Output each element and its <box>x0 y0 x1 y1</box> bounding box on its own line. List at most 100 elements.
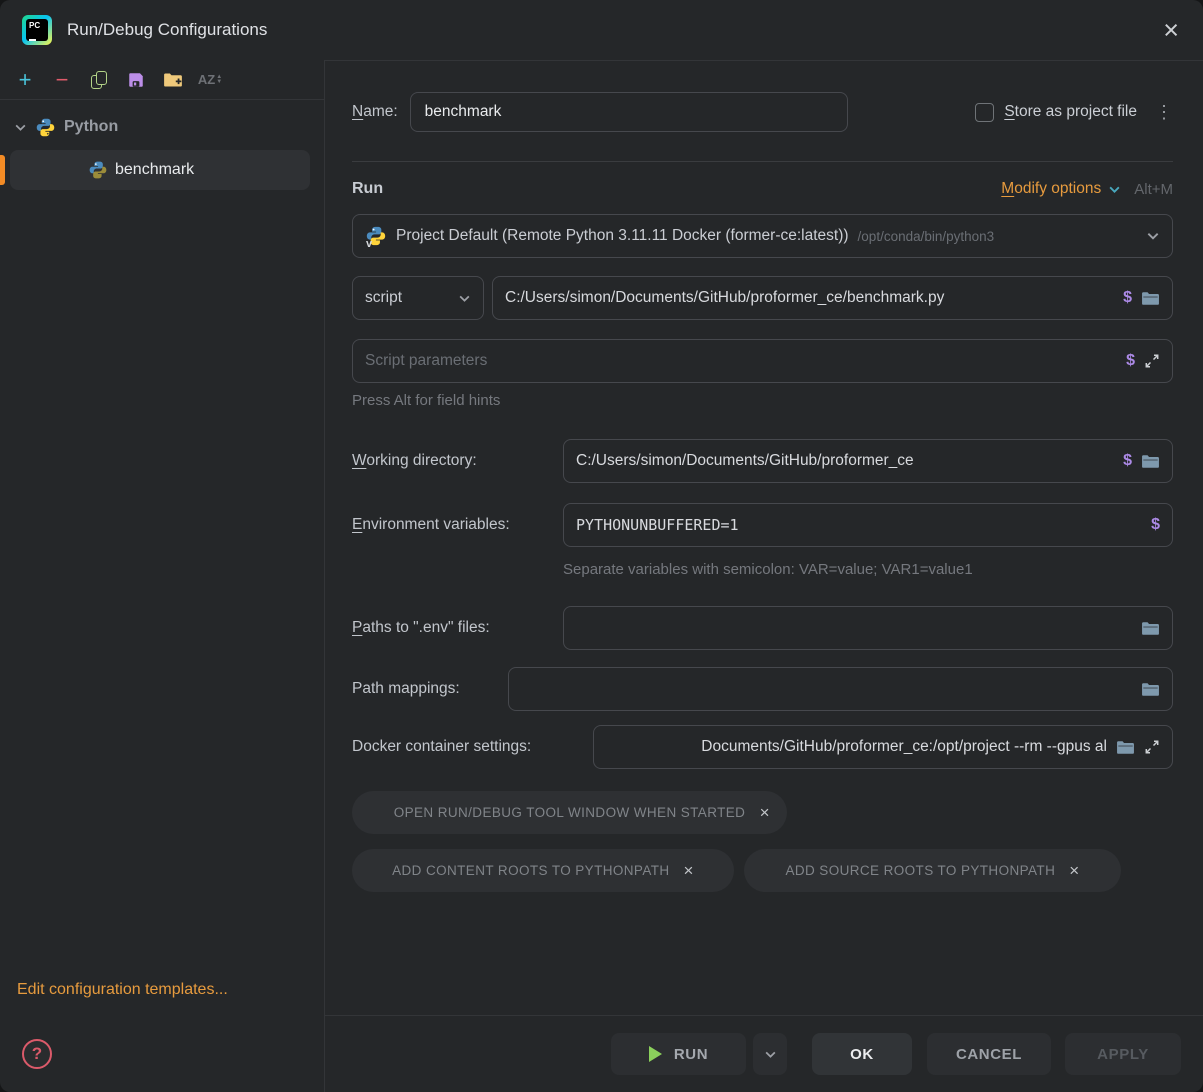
sidebar-toolbar: + − AZ ▲▼ <box>0 60 324 100</box>
browse-folder-icon[interactable] <box>1141 681 1160 698</box>
store-as-project-file-checkbox[interactable] <box>975 103 994 122</box>
path-mappings-label: Path mappings: <box>352 680 508 698</box>
run-options-dropdown-button[interactable] <box>753 1033 787 1075</box>
script-path-field: $ <box>492 276 1173 320</box>
chevron-down-icon <box>14 121 27 134</box>
new-folder-icon[interactable] <box>162 69 184 91</box>
tree-item-benchmark[interactable]: benchmark <box>10 150 310 190</box>
browse-folder-icon[interactable] <box>1141 453 1160 470</box>
target-type-value: script <box>365 289 402 307</box>
env-files-input[interactable] <box>576 619 1132 637</box>
insert-macro-icon[interactable]: $ <box>1151 516 1160 534</box>
configuration-form: Name: Store as project file ⋮ Run Modify… <box>325 61 1203 1015</box>
script-parameters-field: $ <box>352 339 1173 383</box>
browse-folder-icon[interactable] <box>1116 739 1135 756</box>
remove-option-icon[interactable]: × <box>760 803 770 823</box>
path-mappings-input[interactable] <box>521 680 1132 698</box>
target-type-select[interactable]: script <box>352 276 484 320</box>
pill-add-source-roots[interactable]: ADD SOURCE ROOTS TO PYTHONPATH × <box>744 849 1121 892</box>
interpreter-value: Project Default (Remote Python 3.11.11 D… <box>396 227 849 245</box>
insert-macro-icon[interactable]: $ <box>1123 289 1132 307</box>
name-label: Name: <box>352 103 398 121</box>
browse-folder-icon[interactable] <box>1141 620 1160 637</box>
kebab-menu-icon[interactable]: ⋮ <box>1155 102 1173 123</box>
working-directory-row: Working directory: $ <box>352 439 1173 483</box>
docker-container-settings-field[interactable]: Documents/GitHub/proformer_ce:/opt/proje… <box>593 725 1173 769</box>
add-configuration-icon[interactable]: + <box>14 69 36 91</box>
pill-row: ADD CONTENT ROOTS TO PYTHONPATH × ADD SO… <box>352 849 1173 892</box>
working-directory-field: $ <box>563 439 1173 483</box>
name-row: Name: Store as project file ⋮ <box>352 92 1173 132</box>
pill-open-run-debug-tool-window[interactable]: OPEN RUN/DEBUG TOOL WINDOW WHEN STARTED … <box>352 791 787 834</box>
configurations-sidebar: + − AZ ▲▼ Python <box>0 60 325 1092</box>
close-icon[interactable]: × <box>1163 17 1179 44</box>
copy-configuration-icon[interactable] <box>88 69 110 91</box>
selection-indicator-bar <box>0 155 5 185</box>
docker-container-settings-label: Docker container settings: <box>352 738 593 756</box>
chevron-down-icon <box>1146 229 1160 243</box>
dialog-title: Run/Debug Configurations <box>67 20 267 40</box>
pill-label: OPEN RUN/DEBUG TOOL WINDOW WHEN STARTED <box>394 805 746 820</box>
help-row: ? <box>0 1015 324 1092</box>
environment-variables-input[interactable] <box>576 516 1142 534</box>
script-row: script $ <box>352 276 1173 320</box>
interpreter-select[interactable]: v Project Default (Remote Python 3.11.11… <box>352 214 1173 258</box>
pill-label: ADD CONTENT ROOTS TO PYTHONPATH <box>392 863 669 878</box>
docker-container-settings-row: Docker container settings: Documents/Git… <box>352 725 1173 769</box>
environment-variables-label: Environment variables: <box>352 516 563 534</box>
cancel-button[interactable]: CANCEL <box>927 1033 1051 1075</box>
insert-macro-icon[interactable]: $ <box>1123 452 1132 470</box>
environment-variables-field: $ <box>563 503 1173 547</box>
expand-field-icon[interactable] <box>1144 739 1160 755</box>
interpreter-path: /opt/conda/bin/python3 <box>858 229 995 244</box>
script-path-input[interactable] <box>505 289 1114 307</box>
ok-button[interactable]: OK <box>812 1033 912 1075</box>
insert-macro-icon[interactable]: $ <box>1126 352 1135 370</box>
pycharm-logo-icon: PC <box>22 15 52 45</box>
path-mappings-row: Path mappings: <box>352 667 1173 711</box>
working-directory-input[interactable] <box>576 452 1114 470</box>
modify-options-link[interactable]: Modify options <box>1001 180 1101 198</box>
remove-option-icon[interactable]: × <box>684 861 694 881</box>
sort-configurations-icon[interactable]: AZ ▲▼ <box>199 69 221 91</box>
docker-container-settings-value: Documents/GitHub/proformer_ce:/opt/proje… <box>606 738 1107 756</box>
configurations-tree: Python benchmark <box>0 100 324 190</box>
run-button[interactable]: RUN <box>611 1033 746 1075</box>
dialog-footer: RUN OK CANCEL APPLY <box>325 1015 1203 1092</box>
configuration-editor-panel: Name: Store as project file ⋮ Run Modify… <box>325 60 1203 1092</box>
tree-group-python[interactable]: Python <box>0 110 324 144</box>
expand-field-icon[interactable] <box>1144 353 1160 369</box>
python-interpreter-icon: v <box>365 225 387 247</box>
remove-option-icon[interactable]: × <box>1069 861 1079 881</box>
edit-configuration-templates-link[interactable]: Edit configuration templates... <box>17 981 324 999</box>
env-files-field <box>563 606 1173 650</box>
chevron-down-icon <box>764 1048 777 1061</box>
run-section-title: Run <box>352 180 383 198</box>
script-parameters-row: $ <box>352 339 1173 383</box>
env-files-row: Paths to ".env" files: <box>352 606 1173 650</box>
run-section-header: Run Modify options Alt+M <box>352 180 1173 198</box>
store-as-project-file-label: Store as project file <box>1004 103 1137 121</box>
pycharm-logo-text: PC <box>29 22 40 30</box>
chevron-down-icon <box>458 292 471 305</box>
name-input[interactable] <box>410 92 848 132</box>
pill-add-content-roots[interactable]: ADD CONTENT ROOTS TO PYTHONPATH × <box>352 849 734 892</box>
working-directory-label: Working directory: <box>352 452 563 470</box>
browse-folder-icon[interactable] <box>1141 290 1160 307</box>
store-as-project-file-group: Store as project file ⋮ <box>975 102 1173 123</box>
field-hints-text: Press Alt for field hints <box>352 392 1173 409</box>
apply-button[interactable]: APPLY <box>1065 1033 1181 1075</box>
modify-options-shortcut: Alt+M <box>1134 181 1173 198</box>
remove-configuration-icon[interactable]: − <box>51 69 73 91</box>
interpreter-row: v Project Default (Remote Python 3.11.11… <box>352 214 1173 258</box>
modify-options-group: Modify options Alt+M <box>1001 180 1173 198</box>
help-icon[interactable]: ? <box>22 1039 52 1069</box>
environment-variables-hint: Separate variables with semicolon: VAR=v… <box>563 561 1173 578</box>
run-debug-configurations-dialog: PC Run/Debug Configurations × + − AZ ▲▼ <box>0 0 1203 1092</box>
script-parameters-input[interactable] <box>365 352 1117 370</box>
chevron-down-icon <box>1108 183 1121 196</box>
environment-variables-row: Environment variables: $ <box>352 503 1173 547</box>
path-mappings-field <box>508 667 1173 711</box>
save-configuration-icon[interactable] <box>125 69 147 91</box>
title-bar: PC Run/Debug Configurations × <box>0 0 1203 60</box>
